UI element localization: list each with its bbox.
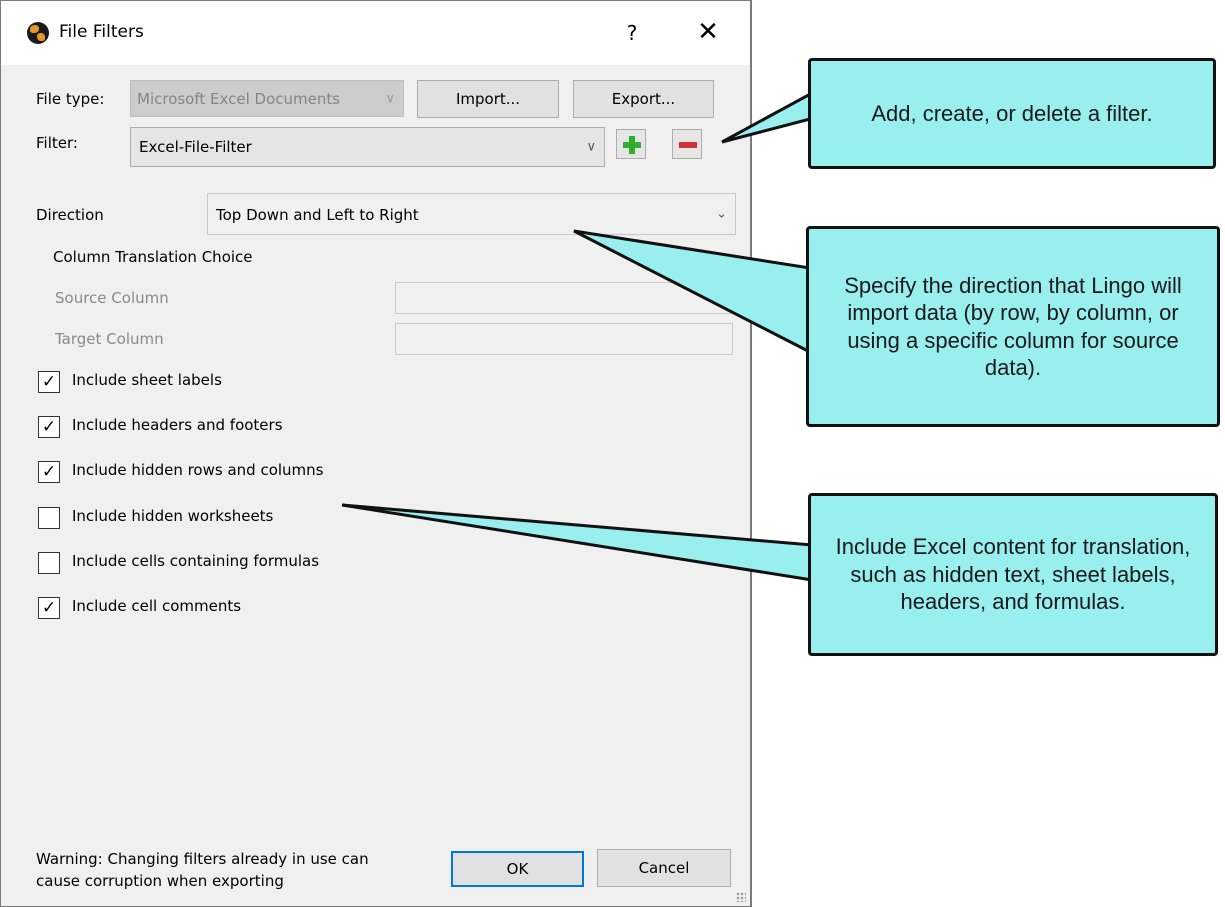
direction-label: Direction	[36, 206, 104, 224]
file-type-label: File type:	[36, 90, 105, 108]
direction-value: Top Down and Left to Right	[216, 206, 419, 224]
filter-label: Filter:	[36, 134, 78, 152]
chevron-down-icon: ∨	[385, 91, 395, 106]
checkbox[interactable]	[38, 507, 60, 529]
direction-select[interactable]: Top Down and Left to Right ⌄	[207, 193, 736, 235]
ok-button[interactable]: OK	[451, 851, 584, 887]
checkbox[interactable]: ✓	[38, 597, 60, 619]
help-button[interactable]: ?	[617, 18, 647, 48]
checkbox[interactable]	[38, 552, 60, 574]
direction-callout: Specify the direction that Lingo will im…	[806, 226, 1220, 427]
file-type-select: Microsoft Excel Documents ∨	[130, 80, 404, 117]
column-translation-heading: Column Translation Choice	[53, 248, 253, 266]
title-bar: File Filters ? ✕	[1, 1, 750, 65]
option-label: Include sheet labels	[72, 371, 222, 389]
file-filters-dialog: File Filters ? ✕ File type: Microsoft Ex…	[0, 0, 752, 907]
option-label: Include hidden worksheets	[72, 507, 274, 525]
lingo-app-icon	[27, 22, 49, 44]
warning-line-2: cause corruption when exporting	[36, 872, 284, 890]
source-column-field	[395, 282, 733, 314]
chevron-down-icon: ∨	[586, 139, 596, 155]
source-column-label: Source Column	[55, 289, 169, 307]
filter-value: Excel-File-Filter	[139, 138, 252, 156]
checkbox[interactable]: ✓	[38, 461, 60, 483]
close-button[interactable]: ✕	[691, 15, 725, 49]
import-button[interactable]: Import...	[417, 80, 559, 118]
cancel-button[interactable]: Cancel	[597, 849, 731, 887]
filter-select[interactable]: Excel-File-Filter ∨	[130, 127, 605, 167]
option-label: Include headers and footers	[72, 416, 283, 434]
warning-line-1: Warning: Changing filters already in use…	[36, 850, 369, 868]
option-label: Include hidden rows and columns	[72, 461, 324, 479]
checkbox[interactable]: ✓	[38, 416, 60, 438]
target-column-field	[395, 323, 733, 355]
chevron-down-icon: ⌄	[716, 206, 727, 222]
option-label: Include cells containing formulas	[72, 552, 320, 570]
export-button[interactable]: Export...	[573, 80, 714, 118]
checkbox[interactable]: ✓	[38, 371, 60, 393]
content-callout: Include Excel content for translation, s…	[808, 493, 1218, 656]
add-filter-button[interactable]	[616, 129, 646, 159]
resize-grip-icon[interactable]	[736, 892, 746, 902]
filter-callout: Add, create, or delete a filter.	[808, 58, 1216, 169]
delete-filter-button[interactable]	[672, 129, 702, 159]
option-label: Include cell comments	[72, 597, 242, 615]
target-column-label: Target Column	[55, 330, 164, 348]
dialog-title: File Filters	[59, 22, 144, 42]
file-type-value: Microsoft Excel Documents	[137, 89, 341, 108]
